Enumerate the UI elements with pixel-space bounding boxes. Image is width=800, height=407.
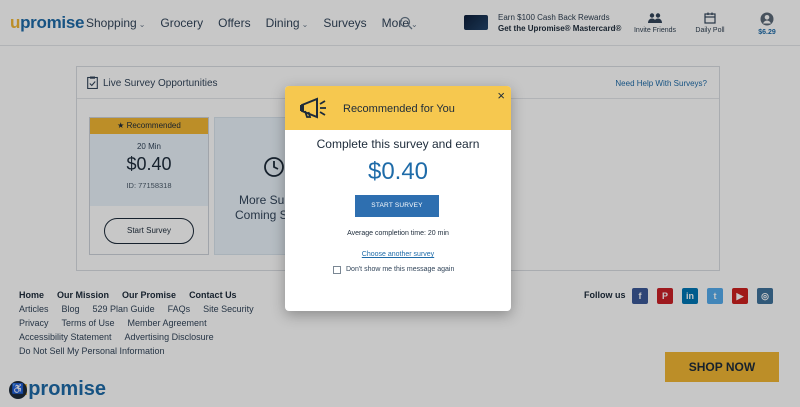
modal-subtitle: Complete this survey and earn [316,137,480,151]
modal-start-survey-button[interactable]: START SURVEY [355,195,439,217]
modal-title: Recommended for You [343,103,455,115]
recommended-survey-modal: Recommended for You × Complete this surv… [285,86,511,311]
megaphone-icon [300,97,326,119]
modal-reward-amount: $0.40 [367,158,429,185]
dont-show-again-checkbox[interactable] [333,266,341,274]
close-icon[interactable]: × [497,88,505,103]
dont-show-again-label[interactable]: Don't show me this message again [346,266,454,273]
modal-header: Recommended for You × [285,86,511,130]
average-completion-time: Average completion time: 20 min [347,230,449,237]
choose-another-survey-link[interactable]: Choose another survey [285,251,511,258]
